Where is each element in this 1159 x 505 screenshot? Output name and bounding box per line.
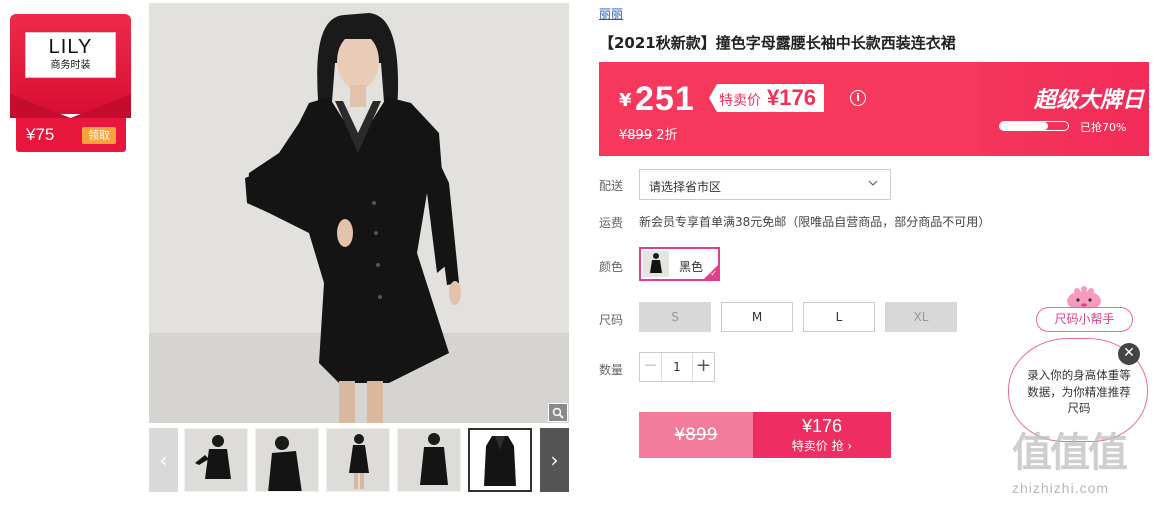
quantity-stepper: − 1 + (639, 352, 715, 382)
currency-symbol: ¥ (619, 90, 632, 111)
special-price-label: 特卖价 (719, 93, 761, 109)
chevron-left-icon: ‹ (159, 448, 168, 472)
thumbnail-next-button[interactable]: › (540, 428, 569, 492)
delivery-region-placeholder: 请选择省市区 (649, 180, 722, 194)
delivery-region-select[interactable]: 请选择省市区 (639, 169, 891, 200)
size-helper-message: 录入你的身高体重等数据，为你精准推荐尺码 (1027, 368, 1131, 415)
brand-coupon-card: LILY 商务时装 ¥75 领取 (10, 14, 131, 152)
thumbnail[interactable] (184, 428, 248, 492)
buy-special-section: ¥176 特卖价 抢 › (753, 412, 891, 458)
size-option-xl: XL (885, 302, 957, 332)
sold-progress-fill (1000, 122, 1048, 130)
promo-title: 超级大牌日 (1034, 88, 1145, 113)
brand-logo-subtitle: 商务时装 (50, 60, 91, 71)
size-helper-label[interactable]: 尺码小帮手 (1036, 307, 1133, 332)
size-option-l[interactable]: L (803, 302, 875, 332)
claim-coupon-button[interactable]: 领取 (82, 127, 116, 144)
brand-link[interactable]: 丽丽 (599, 5, 623, 22)
original-price-row: ¥899 2折 (619, 124, 678, 143)
sold-percentage: 已抢70% (1080, 121, 1127, 134)
brand-logo: LILY 商务时装 (25, 32, 116, 78)
chevron-down-icon (868, 178, 878, 191)
watermark-logo: 值值值 (1012, 430, 1128, 476)
quantity-label: 数量 (599, 363, 624, 377)
product-title: 【2021秋新款】撞色字母露腰长袖中长款西装连衣裙 (599, 34, 956, 52)
color-label: 颜色 (599, 260, 624, 274)
main-product-image[interactable] (149, 3, 569, 423)
color-option-label: 黑色 (679, 260, 704, 274)
original-price: ¥899 (619, 128, 653, 143)
thumbnail[interactable] (326, 428, 390, 492)
special-price-amount: ¥176 (767, 85, 816, 110)
info-icon[interactable]: i (850, 90, 866, 106)
coupon-footer: ¥75 领取 (16, 118, 126, 152)
chevron-right-icon: › (550, 448, 559, 472)
quantity-minus-button[interactable]: − (640, 353, 662, 381)
coupon-header: LILY 商务时装 (10, 14, 131, 114)
coupon-amount: ¥75 (26, 125, 55, 144)
model-photo-illustration (149, 3, 569, 423)
selected-check-icon: ✓ (704, 265, 718, 279)
special-price-tag: 特卖价 ¥176 (709, 84, 824, 112)
current-price: 251 (635, 80, 695, 118)
buy-action-label: 特卖价 抢 › (791, 439, 853, 453)
buy-original-price: ¥899 (639, 412, 753, 458)
thumbnail[interactable] (397, 428, 461, 492)
watermark-url: zhizhizhi.com (1012, 480, 1110, 496)
buy-special-price: ¥176 (801, 416, 843, 436)
color-swatch-thumbnail (643, 251, 669, 277)
zoom-icon[interactable] (548, 403, 568, 422)
brand-logo-text: LILY (48, 36, 93, 58)
size-label: 尺码 (599, 313, 624, 327)
quantity-value[interactable]: 1 (662, 353, 692, 381)
color-option-black[interactable]: 黑色 ✓ (639, 247, 720, 281)
thumbnail-active[interactable] (468, 428, 532, 492)
sold-progress-bar (999, 121, 1069, 131)
size-option-m[interactable]: M (721, 302, 793, 332)
delivery-label: 配送 (599, 179, 624, 193)
shipping-label: 运费 (599, 216, 624, 230)
size-option-s: S (639, 302, 711, 332)
discount-rate: 2折 (656, 128, 678, 143)
buy-button[interactable]: ¥899 ¥176 特卖价 抢 › (639, 412, 891, 458)
price-banner: ¥ 251 特卖价 ¥176 i ¥899 2折 超级大牌日 已抢70% (599, 62, 1149, 156)
thumbnail-prev-button[interactable]: ‹ (149, 428, 178, 492)
close-icon[interactable]: ✕ (1118, 343, 1140, 365)
thumbnail[interactable] (255, 428, 319, 492)
thumbnail-strip: ‹ › (149, 428, 569, 492)
quantity-plus-button[interactable]: + (692, 353, 714, 381)
shipping-info: 新会员专享首单满38元免邮（限唯品自营商品，部分商品不可用） (639, 215, 991, 229)
